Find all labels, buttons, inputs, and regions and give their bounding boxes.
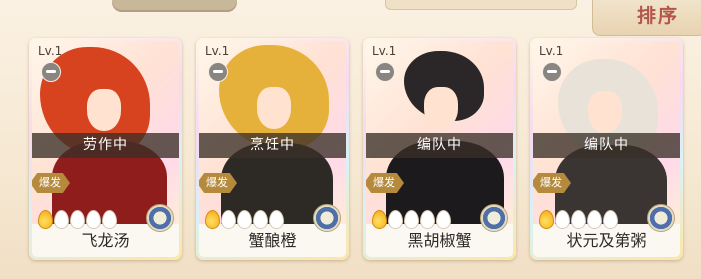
rarity-drop-icon [237,210,252,229]
character-card[interactable]: Lv.1 烹饪中 爆发 蟹酿橙 [196,38,349,260]
character-card[interactable]: Lv.1 编队中 爆发 状元及第粥 [530,38,683,260]
rarity-drop-icon [269,210,284,229]
status-banner: 编队中 [533,133,680,158]
rarity-drop-icon [571,210,586,229]
element-emblem-icon [313,204,341,232]
status-banner: 劳作中 [32,133,179,158]
element-emblem-icon [647,204,675,232]
rarity-drop-icon [70,210,85,229]
character-card[interactable]: Lv.1 编队中 爆发 黑胡椒蟹 [363,38,516,260]
rarity-drop-icon [603,210,618,229]
rarity-drop-icon [54,210,69,229]
rarity-drop-icon [38,210,53,229]
rarity-drops [372,210,451,229]
rarity-drop-icon [253,210,268,229]
top-tab-pill[interactable] [112,0,237,12]
rarity-drop-icon [420,210,435,229]
rarity-drop-icon [555,210,570,229]
burst-tag: 爆发 [533,173,571,193]
rarity-drop-icon [404,210,419,229]
element-emblem-icon [480,204,508,232]
rarity-drop-icon [205,210,220,229]
status-banner: 编队中 [366,133,513,158]
rarity-drop-icon [539,210,554,229]
rarity-drop-icon [388,210,403,229]
rarity-drop-icon [221,210,236,229]
sort-button[interactable]: 排序 [592,0,701,36]
rarity-drop-icon [86,210,101,229]
status-banner: 烹饪中 [199,133,346,158]
burst-tag: 爆发 [366,173,404,193]
rarity-drop-icon [587,210,602,229]
level-label: Lv.1 [539,44,564,58]
rarity-drops [539,210,618,229]
sort-label: 排序 [637,5,680,27]
level-label: Lv.1 [372,44,397,58]
rarity-drop-icon [102,210,117,229]
lock-icon[interactable] [375,62,395,82]
level-label: Lv.1 [38,44,63,58]
rarity-drop-icon [372,210,387,229]
rarity-drops [38,210,117,229]
lock-icon[interactable] [41,62,61,82]
character-card[interactable]: Lv.1 劳作中 爆发 飞龙汤 [29,38,182,260]
rarity-drops [205,210,284,229]
lock-icon[interactable] [542,62,562,82]
lock-icon[interactable] [208,62,228,82]
level-label: Lv.1 [205,44,230,58]
top-filter-box[interactable] [385,0,577,10]
rarity-drop-icon [436,210,451,229]
burst-tag: 爆发 [199,173,237,193]
burst-tag: 爆发 [32,173,70,193]
element-emblem-icon [146,204,174,232]
